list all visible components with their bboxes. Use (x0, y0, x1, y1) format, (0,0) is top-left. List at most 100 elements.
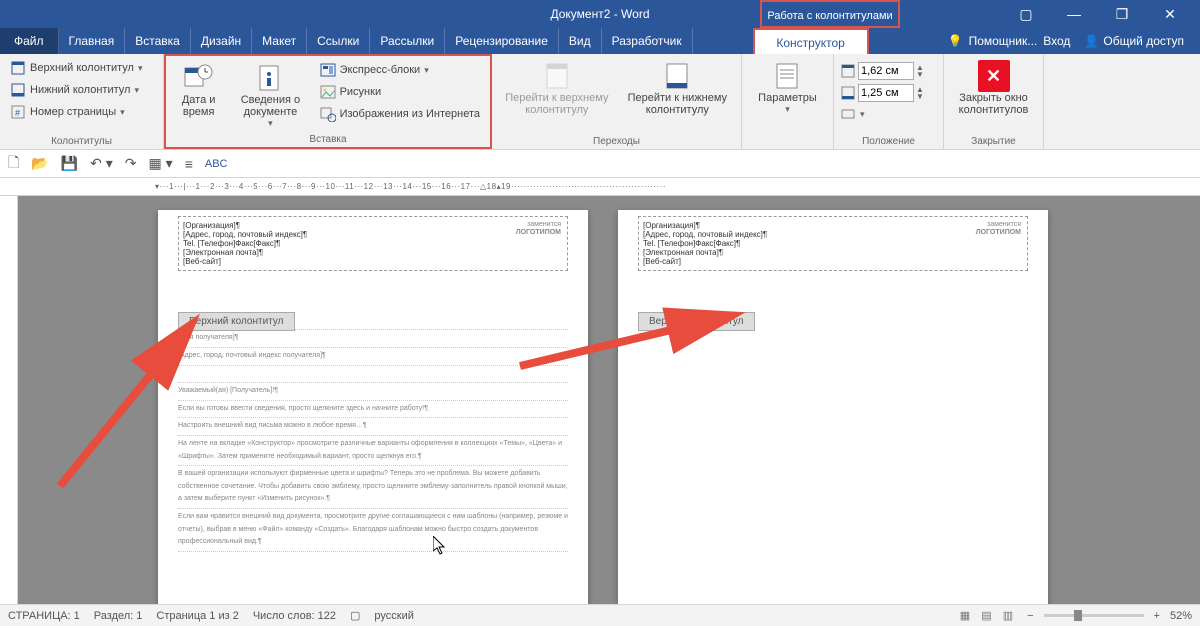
header-from-top-input[interactable] (858, 62, 914, 80)
close-x-icon: ✕ (978, 60, 1010, 92)
share-button[interactable]: 👤 Общий доступ (1076, 34, 1192, 48)
header-pos-icon (840, 63, 856, 79)
tab-mailings[interactable]: Рассылки (370, 28, 445, 54)
signin-button[interactable]: Вход (1043, 34, 1070, 48)
footer-label: Нижний колонтитул (30, 84, 130, 96)
logo-line1: заменится (516, 221, 561, 229)
logo2-line2: ЛОГОТИПОМ (976, 229, 1021, 236)
horizontal-ruler[interactable]: ▾···1···|···1···2···3···4···5···6···7···… (0, 178, 1200, 196)
header-tel-2: Tel. [Телефон]Факс[Факс]¶ (643, 239, 1023, 248)
pictures-label: Рисунки (340, 86, 382, 98)
header-email-2: [Электронная почта]¶ (643, 248, 1023, 257)
page2-header-area[interactable]: [Организация]¶ [Адрес, город, почтовый и… (638, 216, 1028, 271)
body-p2: Настроить внешний вид письма можно в люб… (178, 418, 568, 436)
save-icon[interactable]: 💾 (61, 155, 78, 172)
header-addr-2: [Адрес, город, почтовый индекс]¶ (643, 230, 1023, 239)
online-pictures-button[interactable]: Изображения из Интернета (316, 104, 484, 124)
page-2[interactable]: [Организация]¶ [Адрес, город, почтовый и… (618, 210, 1048, 608)
date-time-button[interactable]: Дата и время (172, 60, 225, 120)
vertical-ruler[interactable] (0, 196, 18, 608)
read-mode-icon[interactable]: ▦ (956, 610, 974, 622)
tab-design[interactable]: Дизайн (191, 28, 252, 54)
quick-parts-label: Экспресс-блоки (340, 64, 421, 76)
print-layout-icon[interactable]: ▤ (977, 610, 995, 622)
paragraph-icon[interactable]: ≡ (185, 156, 193, 172)
status-page[interactable]: СТРАНИЦА: 1 (8, 610, 80, 622)
page1-header-area[interactable]: [Организация]¶ [Адрес, город, почтовый и… (178, 216, 568, 271)
header-icon (10, 60, 26, 76)
redo-icon[interactable]: ↷ (125, 155, 137, 172)
goto-footer-button[interactable]: Перейти к нижнему колонтитулу (620, 58, 735, 118)
document-info-icon (254, 62, 286, 94)
header-button[interactable]: Верхний колонтитул (6, 58, 146, 78)
pages-container: [Организация]¶ [Адрес, город, почтовый и… (18, 196, 1200, 608)
zoom-slider[interactable] (1044, 614, 1144, 617)
close-icon[interactable]: ✕ (1150, 6, 1190, 23)
status-words[interactable]: Число слов: 122 (253, 610, 336, 622)
tell-me-label[interactable]: Помощник... (969, 34, 1038, 48)
undo-icon[interactable]: ↶ ▾ (90, 155, 113, 172)
zoom-out-icon[interactable]: − (1027, 610, 1033, 622)
spelling-icon[interactable]: ABC (205, 158, 228, 170)
tab-references[interactable]: Ссылки (307, 28, 370, 54)
close-header-footer-button[interactable]: ✕ Закрыть окно колонтитулов (950, 58, 1037, 118)
group-label-insert: Вставка (172, 132, 484, 145)
footer-button[interactable]: Нижний колонтитул (6, 80, 143, 100)
body-recipient-addr: [Адрес, город, почтовый индекс получател… (178, 348, 568, 366)
status-page-of[interactable]: Страница 1 из 2 (156, 610, 238, 622)
restore-icon[interactable]: ❐ (1102, 6, 1142, 23)
logo-placeholder: заменится ЛОГОТИПОМ (516, 221, 561, 236)
date-time-label: Дата и время (178, 94, 219, 118)
body-recipient: [Имя получателя]¶ (178, 330, 568, 348)
tab-developer[interactable]: Разработчик (602, 28, 693, 54)
goto-header-button[interactable]: Перейти к верхнему колонтитулу (498, 58, 616, 118)
share-icon: 👤 (1084, 34, 1099, 48)
pictures-button[interactable]: Рисунки (316, 82, 484, 102)
header-org-2: [Организация]¶ (643, 221, 1023, 230)
tab-layout[interactable]: Макет (252, 28, 307, 54)
tab-review[interactable]: Рецензирование (445, 28, 559, 54)
ribbon-display-icon[interactable]: ▢ (1006, 6, 1046, 23)
footer-from-bottom-input[interactable] (858, 84, 914, 102)
group-label-close: Закрытие (950, 134, 1037, 147)
options-button[interactable]: Параметры (752, 58, 823, 117)
open-icon[interactable]: 📂 (31, 155, 48, 172)
status-proofing-icon[interactable]: ▢ (350, 609, 360, 622)
ribbon-group-position: ▲▼ ▲▼ Положение (834, 54, 944, 149)
ribbon-group-headers: Верхний колонтитул Нижний колонтитул # Но… (0, 54, 164, 149)
new-doc-icon[interactable]: 🗋 (8, 152, 19, 176)
tell-me-icon[interactable]: 💡 (948, 34, 963, 48)
header-email: [Электронная почта]¶ (183, 248, 563, 257)
document-workspace: [Организация]¶ [Адрес, город, почтовый и… (0, 196, 1200, 608)
status-language[interactable]: русский (374, 610, 413, 622)
quick-access-toolbar: 🗋 📂 💾 ↶ ▾ ↷ ▦ ▾ ≡ ABC (0, 150, 1200, 178)
tab-constructor[interactable]: Конструктор (753, 28, 869, 54)
status-section[interactable]: Раздел: 1 (94, 610, 143, 622)
page-1[interactable]: [Организация]¶ [Адрес, город, почтовый и… (158, 210, 588, 608)
right-controls: 💡 Помощник... Вход 👤 Общий доступ (940, 34, 1200, 48)
tab-file[interactable]: Файл (0, 28, 59, 54)
quick-parts-button[interactable]: Экспресс-блоки (316, 60, 484, 80)
minimize-icon[interactable]: — (1054, 6, 1094, 23)
doc-info-button[interactable]: Сведения о документе (229, 60, 311, 131)
group-label-headers: Колонтитулы (6, 134, 157, 147)
goto-header-label: Перейти к верхнему колонтитулу (504, 92, 610, 116)
header-from-top: ▲▼ (840, 62, 924, 80)
body-p1: Если вы готовы ввести сведения, просто щ… (178, 401, 568, 419)
contextual-tab-title: Работа с колонтитулами (760, 0, 900, 28)
view-buttons: ▦ ▤ ▥ (956, 609, 1017, 622)
tab-view[interactable]: Вид (559, 28, 602, 54)
web-layout-icon[interactable]: ▥ (999, 610, 1017, 622)
page-number-label: Номер страницы (30, 106, 116, 118)
page-number-button[interactable]: # Номер страницы (6, 102, 129, 122)
tab-home[interactable]: Главная (59, 28, 126, 54)
ribbon-group-options: Параметры (742, 54, 834, 149)
page-number-icon: # (10, 104, 26, 120)
insert-alignment-tab[interactable] (840, 106, 865, 122)
header-tel: Tel. [Телефон]Факс[Факс]¶ (183, 239, 563, 248)
zoom-value[interactable]: 52% (1170, 610, 1192, 622)
table-icon[interactable]: ▦ ▾ (149, 155, 173, 172)
zoom-in-icon[interactable]: + (1154, 610, 1160, 622)
tab-insert[interactable]: Вставка (125, 28, 191, 54)
close-label: Закрыть окно колонтитулов (956, 92, 1031, 116)
